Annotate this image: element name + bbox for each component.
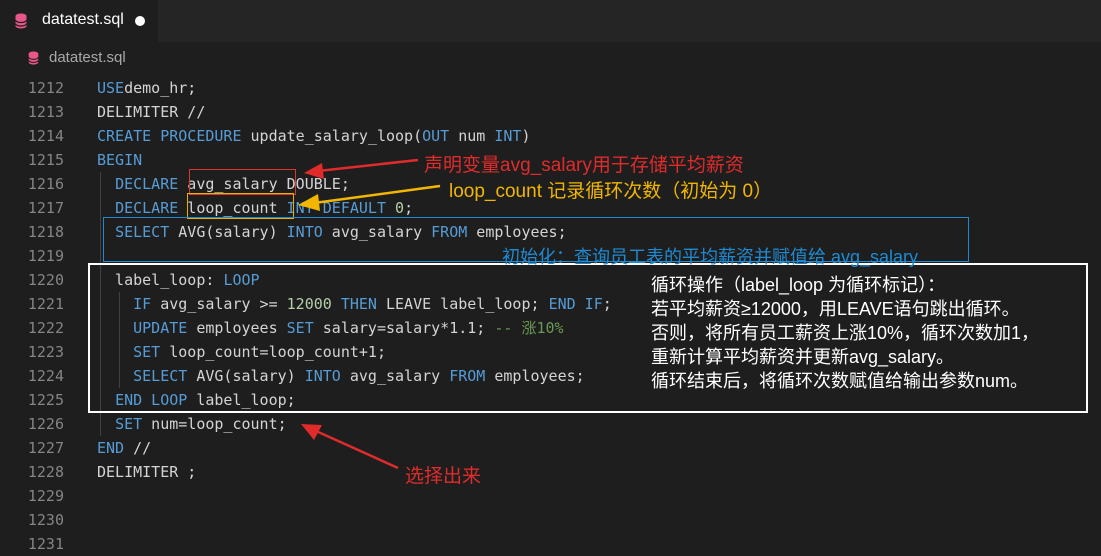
loop-explain-line: 否则，将所有员工薪资上涨10%，循环次数加1，	[651, 323, 1040, 343]
arrow-declare-loop	[298, 184, 441, 211]
annotation-init-select: 初始化：查询员工表的平均薪资并赋值给 avg_salary	[502, 247, 919, 267]
loop-explain-line: 重新计算平均薪资并更新avg_salary。	[651, 347, 955, 367]
loop-explain-line: 循环操作（label_loop 为循环标记）：	[651, 275, 946, 295]
annotation-declare-avg: 声明变量avg_salary用于存储平均薪资	[424, 155, 744, 176]
annotation-select-out: 选择出来	[405, 466, 482, 487]
loop-explain-line: 循环结束后，将循环次数赋值给输出参数num。	[651, 371, 1029, 391]
annotation-loop-explain: 循环操作（label_loop 为循环标记）： 若平均薪资≥12000，用LEA…	[651, 273, 1039, 393]
arrow-declare-avg	[304, 158, 419, 179]
annotation-declare-loop: loop_count 记录循环次数（初始为 0）	[449, 181, 773, 202]
arrow-select-out	[301, 424, 399, 470]
loop-explain-line: 若平均薪资≥12000，用LEAVE语句跳出循环。	[651, 299, 1020, 319]
